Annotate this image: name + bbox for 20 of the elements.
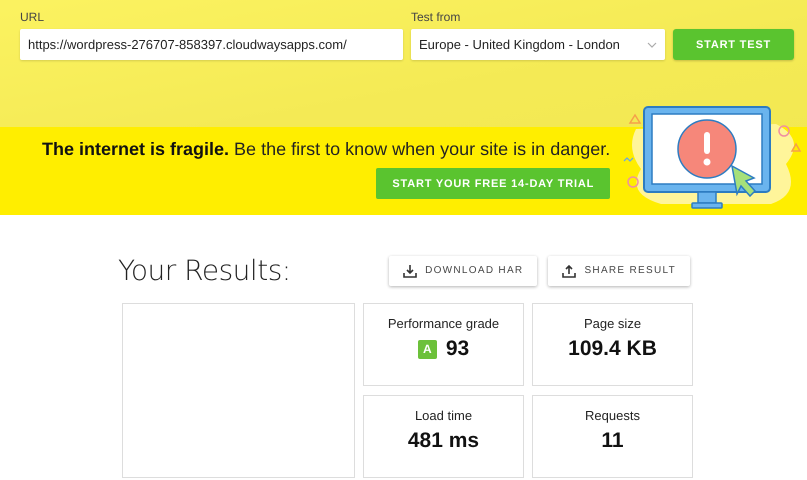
metric-value: 109.4 KB <box>568 337 657 361</box>
location-dropdown[interactable]: Europe - United Kingdom - London <box>411 29 665 60</box>
metric-value: 481 ms <box>408 429 480 453</box>
metric-label: Requests <box>585 408 640 423</box>
share-button[interactable]: SHARE RESULT <box>548 256 690 286</box>
download-icon <box>403 264 418 278</box>
location-label: Test from <box>411 10 462 24</box>
banner-headline: The internet is fragile. Be the first to know when your site is in danger. <box>42 139 610 160</box>
share-icon <box>562 264 576 278</box>
download-button[interactable]: DOWNLOAD HAR <box>389 256 538 286</box>
metric-label: Performance grade <box>388 316 500 331</box>
metric-label: Load time <box>414 408 472 423</box>
metric-value: 93 <box>446 337 470 361</box>
metric-label: Page size <box>584 316 642 331</box>
results-title: Your Results: <box>118 254 292 287</box>
grade-badge: A <box>418 340 437 358</box>
url-field[interactable]: https://wordpress-276707-858397.cloudwaysapps.com/ <box>20 29 403 60</box>
url-label: URL <box>20 10 46 24</box>
chevron-down-icon <box>647 42 657 48</box>
metric-value: 11 <box>601 429 624 453</box>
